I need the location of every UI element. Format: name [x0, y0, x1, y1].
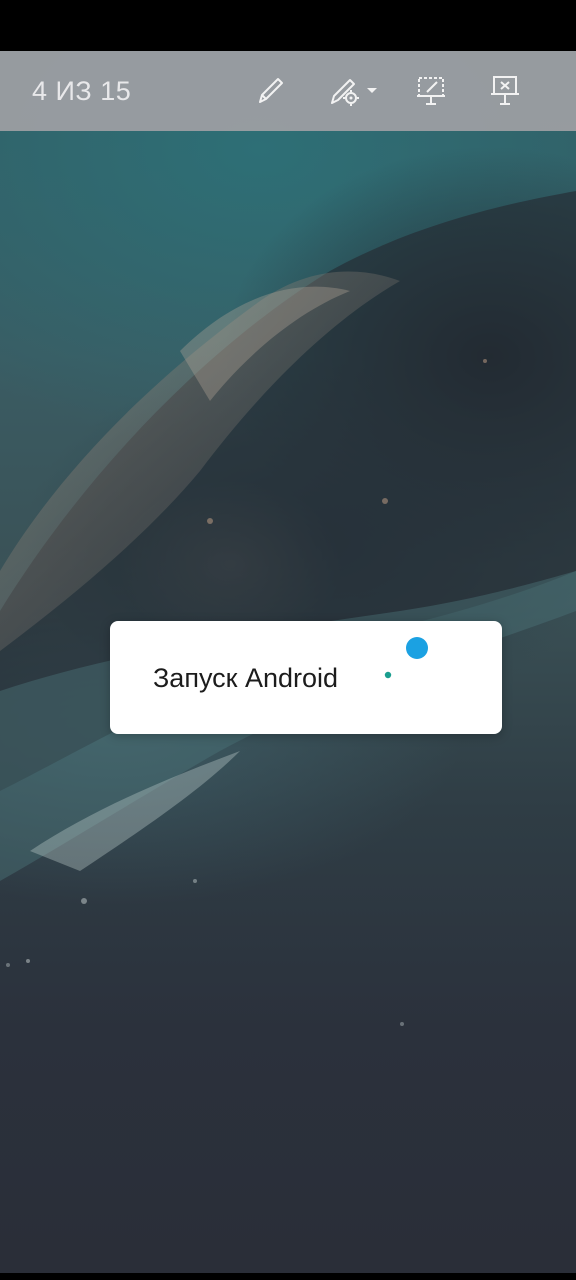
slideshow-toolbar: 4 ИЗ 15: [0, 51, 576, 131]
annotate-screen-button[interactable]: [409, 69, 453, 113]
highlighter-settings-button[interactable]: [326, 69, 382, 113]
slide-counter: 4 ИЗ 15: [32, 76, 132, 106]
loading-spinner-icon: [384, 637, 428, 679]
end-slideshow-icon: [491, 76, 519, 105]
pen-icon: [259, 78, 283, 103]
status-bar: [0, 0, 576, 51]
navigation-bar: [0, 1273, 576, 1280]
loading-message: Запуск Android: [153, 663, 339, 693]
end-slideshow-button[interactable]: [483, 69, 527, 113]
highlighter-settings-icon: [331, 79, 377, 106]
loading-dialog: Запуск Android: [110, 621, 502, 734]
screen-annotate-icon: [417, 77, 445, 105]
pen-tool-button[interactable]: [248, 69, 292, 113]
